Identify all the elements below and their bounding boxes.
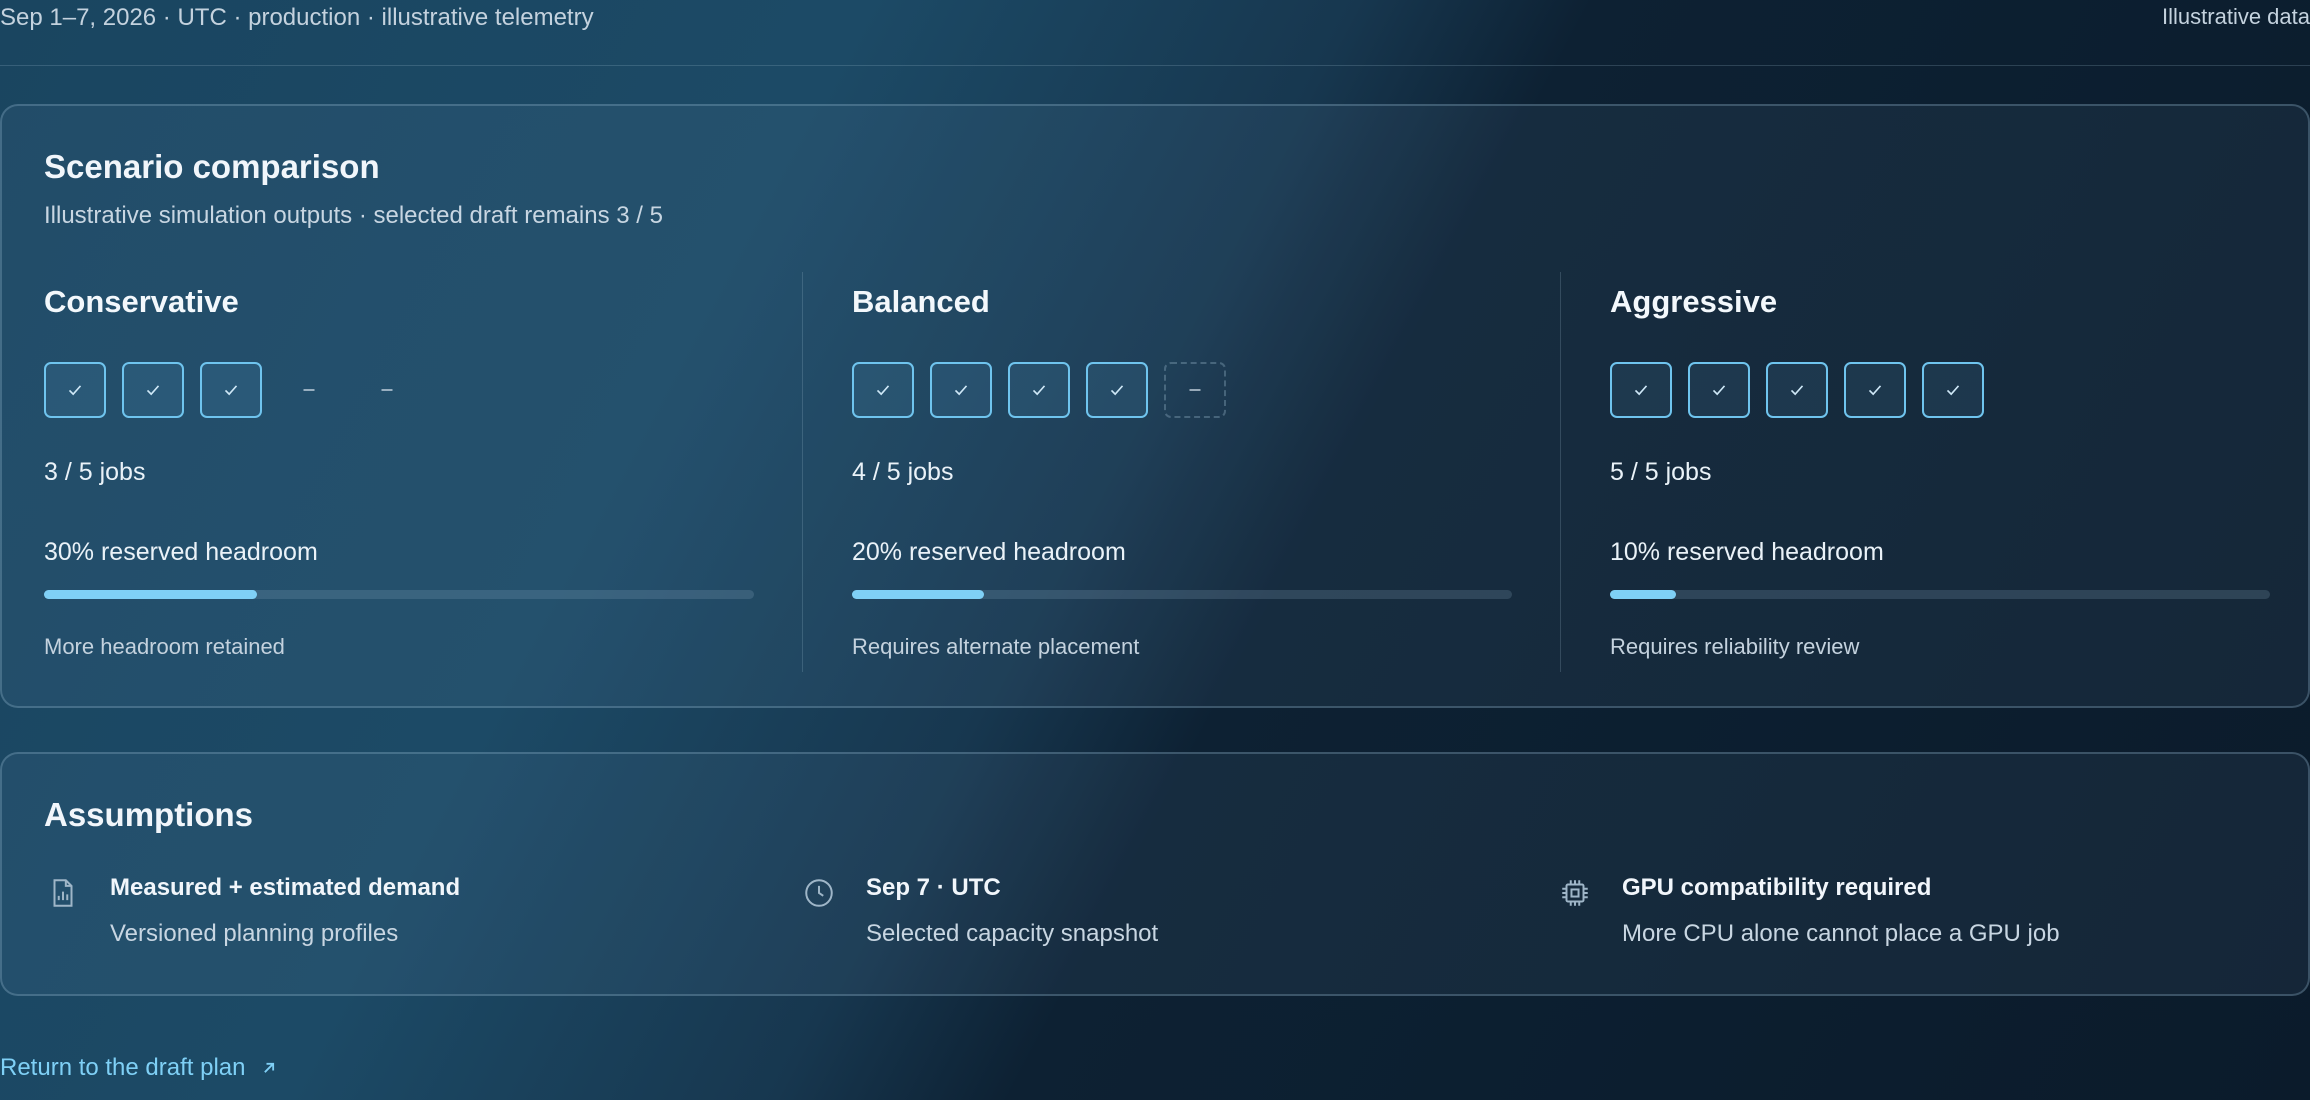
check-icon [1790, 385, 1804, 396]
job-slot-placed [1922, 362, 1984, 418]
scenario-note: Requires alternate placement [852, 634, 1140, 659]
jobs-placed-label: 5 / 5 jobs [1610, 458, 1712, 486]
column-divider [802, 272, 803, 672]
job-slot-placed [852, 362, 914, 418]
job-slot-unplaced [356, 362, 418, 418]
dash-icon [303, 389, 315, 391]
check-icon [1110, 385, 1124, 396]
column-divider [1560, 272, 1561, 672]
cpu-chip-icon [1562, 880, 1588, 906]
scenario-comparison-card: Scenario comparison Illustrative simulat… [0, 104, 2310, 708]
illustrative-data-badge: Illustrative data [2162, 4, 2310, 29]
assumption-desc: Versioned planning profiles [110, 920, 399, 947]
job-slot-placed [930, 362, 992, 418]
scenario-note: More headroom retained [44, 634, 285, 659]
job-slot-placed [1610, 362, 1672, 418]
scenario-balanced: Balanced 4 / 5 jobs 20% reserved headroo… [852, 106, 1512, 706]
headroom-bar [44, 590, 754, 599]
assumptions-title: Assumptions [44, 796, 254, 833]
scenario-name: Conservative [44, 284, 239, 319]
assumption-desc: More CPU alone cannot place a GPU job [1622, 920, 2060, 947]
report-meta: Sep 1–7, 2026 · UTC · production · illus… [0, 4, 594, 31]
clock-icon [805, 879, 833, 907]
check-icon [146, 385, 160, 396]
headroom-bar-fill [852, 590, 984, 599]
job-slot-placed [200, 362, 262, 418]
check-icon [876, 385, 890, 396]
job-slot-unplaced [1164, 362, 1226, 418]
arrow-up-right-icon [264, 1062, 275, 1073]
dash-icon [381, 389, 393, 391]
job-slot-placed [1844, 362, 1906, 418]
check-icon [68, 385, 82, 396]
job-slots [1610, 362, 1984, 418]
document-chart-icon [53, 879, 73, 907]
return-link-label: Return to the draft plan [0, 1054, 246, 1081]
job-slot-placed [1688, 362, 1750, 418]
job-slot-placed [122, 362, 184, 418]
check-icon [1868, 385, 1882, 396]
check-icon [1634, 385, 1648, 396]
dash-icon [1189, 389, 1201, 391]
headroom-bar-fill [44, 590, 257, 599]
headroom-bar-fill [1610, 590, 1676, 599]
assumption-desc: Selected capacity snapshot [866, 920, 1159, 947]
assumptions-card: Assumptions Measured + estimated demand … [0, 752, 2310, 996]
scenario-name: Aggressive [1610, 284, 1778, 319]
job-slot-placed [1008, 362, 1070, 418]
job-slot-placed [1766, 362, 1828, 418]
check-icon [954, 385, 968, 396]
check-icon [1946, 385, 1960, 396]
job-slot-unplaced [278, 362, 340, 418]
job-slot-placed [1086, 362, 1148, 418]
headroom-label: 10% reserved headroom [1610, 538, 1884, 566]
jobs-placed-label: 4 / 5 jobs [852, 458, 954, 486]
headroom-bar [852, 590, 1512, 599]
assumption-title: Measured + estimated demand [110, 874, 461, 901]
scenario-note: Requires reliability review [1610, 634, 1860, 659]
check-icon [224, 385, 238, 396]
scenario-conservative: Conservative 3 / 5 jobs 30% reserved hea… [44, 106, 754, 706]
top-bar: Sep 1–7, 2026 · UTC · production · illus… [0, 0, 2310, 66]
assumption-title: Sep 7 · UTC [866, 874, 1001, 901]
headroom-label: 30% reserved headroom [44, 538, 318, 566]
job-slots [852, 362, 1226, 418]
assumption-title: GPU compatibility required [1622, 874, 1932, 901]
jobs-placed-label: 3 / 5 jobs [44, 458, 146, 486]
job-slot-placed [44, 362, 106, 418]
scenario-name: Balanced [852, 284, 990, 319]
check-icon [1712, 385, 1726, 396]
job-slots [44, 362, 418, 418]
scenario-aggressive: Aggressive 5 / 5 jobs 10% reserved headr… [1610, 106, 2270, 706]
headroom-bar [1610, 590, 2270, 599]
headroom-label: 20% reserved headroom [852, 538, 1126, 566]
check-icon [1032, 385, 1046, 396]
return-to-draft-link[interactable]: Return to the draft plan [0, 1054, 279, 1082]
